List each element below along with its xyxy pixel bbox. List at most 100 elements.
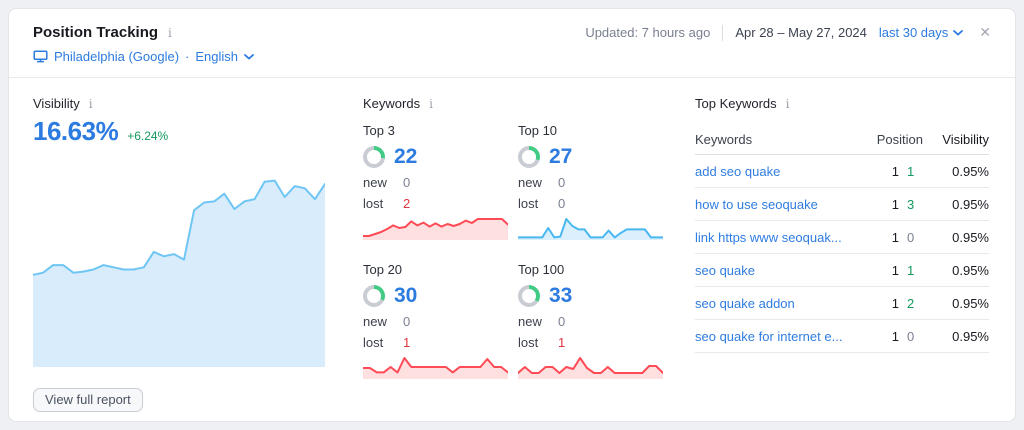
position-diff: 1 bbox=[907, 263, 923, 278]
visibility-cell: 0.95% bbox=[923, 197, 989, 212]
monitor-icon bbox=[33, 50, 48, 63]
visibility-cell: 0.95% bbox=[923, 263, 989, 278]
keyword-link[interactable]: seo quake bbox=[695, 263, 755, 278]
keywords-card-top20: Top 20 30 new 0 lost 1 bbox=[363, 262, 508, 379]
visibility-cell: 0.95% bbox=[923, 296, 989, 311]
period-dropdown-label: last 30 days bbox=[879, 25, 948, 40]
close-icon[interactable]: ✕ bbox=[979, 24, 991, 41]
top10-sparkline bbox=[518, 216, 663, 240]
top-keywords-table: Keywords Position Visibility add seo qua… bbox=[695, 125, 989, 353]
table-row: seo quake addon 12 0.95% bbox=[695, 287, 989, 320]
keywords-label: Keywords bbox=[363, 96, 420, 111]
info-icon[interactable]: i bbox=[166, 27, 174, 39]
position-value: 1 bbox=[865, 329, 899, 344]
lost-value: 0 bbox=[558, 196, 565, 211]
card-label: Top 100 bbox=[518, 262, 663, 277]
card-label: Top 3 bbox=[363, 123, 508, 138]
donut-icon bbox=[518, 146, 540, 168]
keyword-count[interactable]: 30 bbox=[394, 284, 417, 308]
card-label: Top 10 bbox=[518, 123, 663, 138]
new-label: new bbox=[363, 314, 389, 329]
position-value: 1 bbox=[865, 197, 899, 212]
column-header-visibility: Visibility bbox=[923, 132, 989, 147]
new-label: new bbox=[363, 175, 389, 190]
position-diff: 2 bbox=[907, 296, 923, 311]
lost-value: 1 bbox=[558, 335, 565, 350]
widget-header: Position Tracking i Updated: 7 hours ago… bbox=[9, 9, 1015, 41]
lost-value: 1 bbox=[403, 335, 410, 350]
campaign-language-separator: · bbox=[185, 49, 189, 64]
top-keywords-label: Top Keywords bbox=[695, 96, 777, 111]
table-row: add seo quake 11 0.95% bbox=[695, 155, 989, 188]
visibility-section: Visibility i 16.63% +6.24% View full rep… bbox=[33, 96, 325, 412]
position-value: 1 bbox=[865, 263, 899, 278]
visibility-cell: 0.95% bbox=[923, 329, 989, 344]
new-value: 0 bbox=[403, 175, 410, 190]
top3-sparkline bbox=[363, 216, 508, 240]
new-label: new bbox=[518, 314, 544, 329]
top20-sparkline bbox=[363, 355, 508, 379]
keyword-count[interactable]: 22 bbox=[394, 145, 417, 169]
position-diff: 3 bbox=[907, 197, 923, 212]
donut-icon bbox=[518, 285, 540, 307]
column-header-keywords: Keywords bbox=[695, 132, 865, 147]
language-selector[interactable]: English bbox=[195, 49, 254, 64]
position-value: 1 bbox=[865, 296, 899, 311]
view-full-report-button[interactable]: View full report bbox=[33, 388, 143, 412]
donut-icon bbox=[363, 285, 385, 307]
visibility-value: 16.63% bbox=[33, 116, 118, 147]
keywords-card-top10: Top 10 27 new 0 lost 0 bbox=[518, 123, 663, 240]
lost-label: lost bbox=[518, 196, 544, 211]
table-header-row: Keywords Position Visibility bbox=[695, 125, 989, 155]
info-icon[interactable]: i bbox=[427, 98, 435, 110]
top100-sparkline bbox=[518, 355, 663, 379]
position-diff: 0 bbox=[907, 329, 923, 344]
position-value: 1 bbox=[865, 164, 899, 179]
visibility-label: Visibility bbox=[33, 96, 80, 111]
visibility-delta: +6.24% bbox=[127, 129, 168, 143]
donut-icon bbox=[363, 146, 385, 168]
table-row: how to use seoquake 13 0.95% bbox=[695, 188, 989, 221]
page-title: Position Tracking bbox=[33, 24, 158, 41]
campaign-selector[interactable]: Philadelphia (Google) bbox=[33, 49, 179, 64]
new-value: 0 bbox=[558, 175, 565, 190]
position-diff: 0 bbox=[907, 230, 923, 245]
header-divider bbox=[722, 25, 723, 41]
chevron-down-icon bbox=[244, 54, 254, 60]
lost-value: 2 bbox=[403, 196, 410, 211]
lost-label: lost bbox=[363, 196, 389, 211]
keywords-card-top3: Top 3 22 new 0 lost 2 bbox=[363, 123, 508, 240]
visibility-cell: 0.95% bbox=[923, 230, 989, 245]
visibility-trend-chart bbox=[33, 171, 325, 367]
date-range: Apr 28 – May 27, 2024 bbox=[735, 25, 867, 40]
keyword-link[interactable]: add seo quake bbox=[695, 164, 780, 179]
position-value: 1 bbox=[865, 230, 899, 245]
new-label: new bbox=[518, 175, 544, 190]
new-value: 0 bbox=[403, 314, 410, 329]
campaign-label: Philadelphia (Google) bbox=[54, 49, 179, 64]
keyword-link[interactable]: seo quake addon bbox=[695, 296, 795, 311]
period-dropdown[interactable]: last 30 days bbox=[879, 25, 963, 40]
lost-label: lost bbox=[363, 335, 389, 350]
info-icon[interactable]: i bbox=[784, 98, 792, 110]
card-label: Top 20 bbox=[363, 262, 508, 277]
info-icon[interactable]: i bbox=[87, 98, 95, 110]
position-tracking-widget: Position Tracking i Updated: 7 hours ago… bbox=[8, 8, 1016, 422]
chevron-down-icon bbox=[953, 30, 963, 36]
updated-timestamp: Updated: 7 hours ago bbox=[585, 25, 710, 40]
keyword-link[interactable]: link https www seoquak... bbox=[695, 230, 842, 245]
keyword-link[interactable]: how to use seoquake bbox=[695, 197, 818, 212]
position-diff: 1 bbox=[907, 164, 923, 179]
visibility-cell: 0.95% bbox=[923, 164, 989, 179]
new-value: 0 bbox=[558, 314, 565, 329]
keyword-count[interactable]: 27 bbox=[549, 145, 572, 169]
keywords-card-top100: Top 100 33 new 0 lost 1 bbox=[518, 262, 663, 379]
keyword-count[interactable]: 33 bbox=[549, 284, 572, 308]
column-header-position: Position bbox=[865, 132, 923, 147]
keywords-section: Keywords i Top 3 22 new 0 lost 2 Top 10 bbox=[363, 96, 663, 412]
top-keywords-section: Top Keywords i Keywords Position Visibil… bbox=[695, 96, 989, 412]
lost-label: lost bbox=[518, 335, 544, 350]
language-label: English bbox=[195, 49, 238, 64]
table-row: link https www seoquak... 10 0.95% bbox=[695, 221, 989, 254]
keyword-link[interactable]: seo quake for internet e... bbox=[695, 329, 842, 344]
